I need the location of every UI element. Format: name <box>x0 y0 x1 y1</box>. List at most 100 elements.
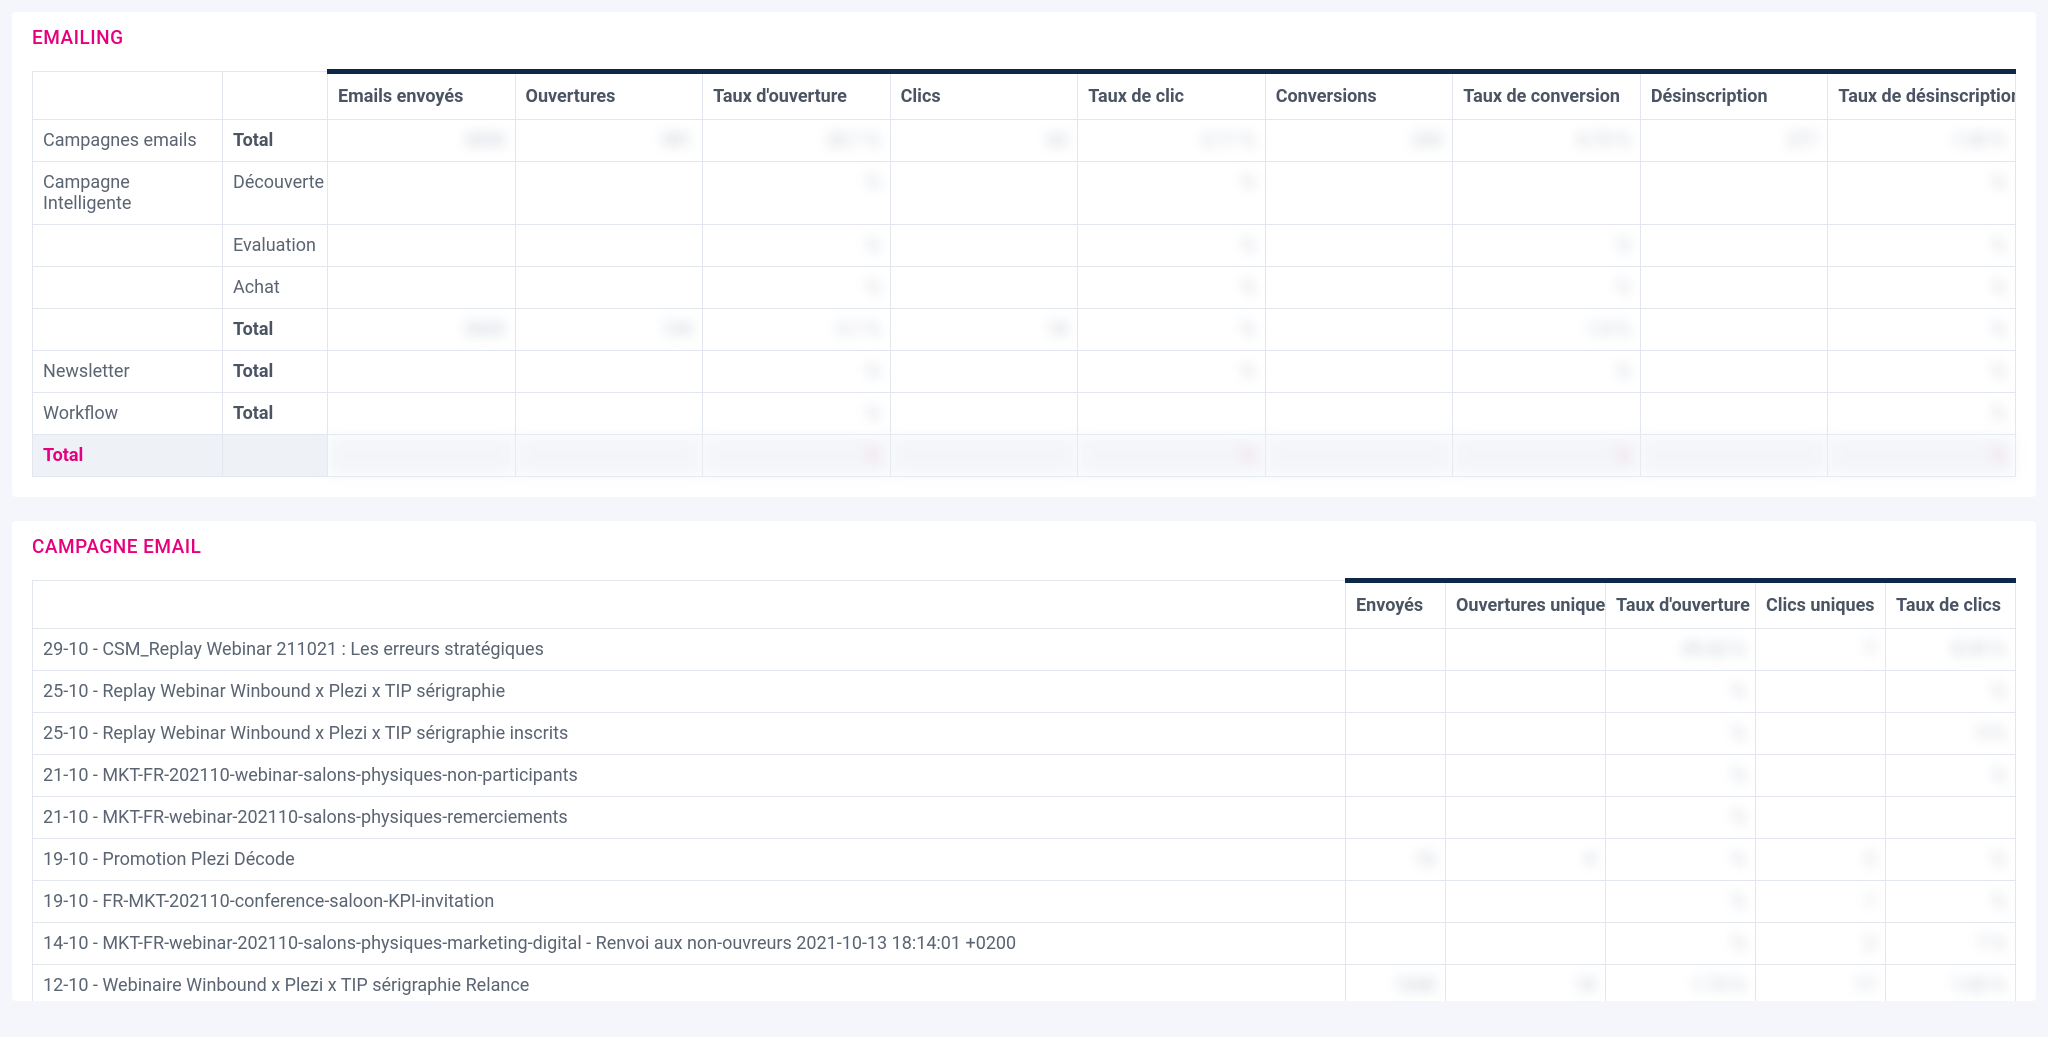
row-label: Total <box>223 120 328 162</box>
cell-value: % <box>1828 162 2016 225</box>
cell-value: 981 <box>515 120 703 162</box>
table-row: Campagne IntelligenteDécouverte%%% <box>33 162 2016 225</box>
col-conversions[interactable]: Conversions <box>1265 72 1453 120</box>
cell-value: % <box>1078 225 1266 267</box>
col-ouvertures[interactable]: Ouvertures <box>515 72 703 120</box>
cell-value: 16 <box>1346 839 1446 881</box>
cell-value: % <box>1078 435 1266 477</box>
table-total-row: Total%%%% <box>33 435 2016 477</box>
col-taux-conversion[interactable]: Taux de conversion <box>1453 72 1641 120</box>
total-spacer <box>223 435 328 477</box>
emailing-header-spacer-1 <box>33 72 223 120</box>
cell-value: % <box>1828 435 2016 477</box>
cell-value: 1 <box>1756 881 1886 923</box>
cell-value: % <box>1828 267 2016 309</box>
cell-value <box>1446 797 1606 839</box>
cell-value <box>1265 393 1453 435</box>
campaign-name[interactable]: 25-10 - Replay Webinar Winbound x Plezi … <box>33 671 1346 713</box>
campaign-name[interactable]: 19-10 - Promotion Plezi Décode <box>33 839 1346 881</box>
cell-value <box>1446 671 1606 713</box>
cell-value: % <box>1606 671 1756 713</box>
table-row: Achat%%%% <box>33 267 2016 309</box>
col-taux-desinscription[interactable]: Taux de désinscription <box>1828 72 2016 120</box>
emailing-header-spacer-2 <box>223 72 328 120</box>
table-row: 25-10 - Replay Webinar Winbound x Plezi … <box>33 713 2016 755</box>
cell-value <box>1346 629 1446 671</box>
campaign-name[interactable]: 19-10 - FR-MKT-202110-conference-saloon-… <box>33 881 1346 923</box>
cell-value <box>328 162 516 225</box>
cell-value: 18 <box>1446 965 1606 1002</box>
cell-value: 277 <box>1640 120 1828 162</box>
cell-value: 3045 <box>328 309 516 351</box>
col-clics[interactable]: Clics <box>890 72 1078 120</box>
cell-value: % <box>1886 671 2016 713</box>
cell-value: 2 <box>1756 923 1886 965</box>
cell-value <box>1346 713 1446 755</box>
cell-value <box>1446 881 1606 923</box>
cell-value: 1.0 % <box>1453 309 1641 351</box>
cell-value: % <box>1606 839 1756 881</box>
cell-value <box>1346 671 1446 713</box>
col-taux-ouverture-2[interactable]: Taux d'ouverture <box>1606 581 1756 629</box>
cell-value <box>1640 351 1828 393</box>
cell-value: 3.1 % <box>703 309 891 351</box>
cell-value <box>1640 162 1828 225</box>
campaign-name[interactable]: 12-10 - Webinaire Winbound x Plezi x TIP… <box>33 965 1346 1002</box>
table-row: Campagnes emailsTotal269098120.1 %632.11… <box>33 120 2016 162</box>
total-label: Total <box>33 435 223 477</box>
cell-value: % <box>1606 881 1756 923</box>
row-label: Total <box>223 309 328 351</box>
col-emails-envoyes[interactable]: Emails envoyés <box>328 72 516 120</box>
cell-value: 18 <box>890 309 1078 351</box>
cell-value <box>1265 309 1453 351</box>
col-clics-uniques[interactable]: Clics uniques <box>1756 581 1886 629</box>
col-taux-clic[interactable]: Taux de clic <box>1078 72 1266 120</box>
cell-value <box>1346 797 1446 839</box>
cell-value <box>515 267 703 309</box>
table-row: 19-10 - Promotion Plezi Décode164%2% <box>33 839 2016 881</box>
cell-value <box>515 435 703 477</box>
cell-value <box>328 393 516 435</box>
cell-value <box>1265 267 1453 309</box>
table-row: 21-10 - MKT-FR-webinar-202110-salons-phy… <box>33 797 2016 839</box>
campaign-name[interactable]: 25-10 - Replay Webinar Winbound x Plezi … <box>33 713 1346 755</box>
cell-value <box>1446 923 1606 965</box>
campaign-name[interactable]: 14-10 - MKT-FR-webinar-202110-salons-phy… <box>33 923 1346 965</box>
cell-value <box>1756 671 1886 713</box>
cell-value <box>1265 225 1453 267</box>
campaign-name[interactable]: 21-10 - MKT-FR-202110-webinar-salons-phy… <box>33 755 1346 797</box>
table-row: NewsletterTotal%%%% <box>33 351 2016 393</box>
cell-value: % <box>1453 351 1641 393</box>
cell-value <box>1265 162 1453 225</box>
table-row: 21-10 - MKT-FR-202110-webinar-salons-phy… <box>33 755 2016 797</box>
campagne-table: Envoyés Ouvertures uniques Taux d'ouvert… <box>32 578 2016 1001</box>
campaign-name[interactable]: 29-10 - CSM_Replay Webinar 211021 : Les … <box>33 629 1346 671</box>
row-group: Campagne Intelligente <box>33 162 223 225</box>
cell-value <box>1640 267 1828 309</box>
cell-value <box>890 162 1078 225</box>
col-desinscription[interactable]: Désinscription <box>1640 72 1828 120</box>
emailing-header-row: Emails envoyés Ouvertures Taux d'ouvertu… <box>33 72 2016 120</box>
cell-value <box>1756 797 1886 839</box>
cell-value <box>890 393 1078 435</box>
table-row: 29-10 - CSM_Replay Webinar 211021 : Les … <box>33 629 2016 671</box>
cell-value: 8.35 % <box>1886 629 2016 671</box>
col-taux-ouverture[interactable]: Taux d'ouverture <box>703 72 891 120</box>
cell-value <box>515 351 703 393</box>
row-group: Campagnes emails <box>33 120 223 162</box>
cell-value <box>890 267 1078 309</box>
cell-value: % <box>1078 267 1266 309</box>
cell-value: % <box>1606 713 1756 755</box>
col-envoyes[interactable]: Envoyés <box>1346 581 1446 629</box>
cell-value <box>1886 797 2016 839</box>
cell-value: 20.1 % <box>703 120 891 162</box>
row-label: Evaluation <box>223 225 328 267</box>
col-ouvertures-uniques[interactable]: Ouvertures uniques <box>1446 581 1606 629</box>
cell-value: 9 % <box>1886 713 2016 755</box>
cell-value: % <box>1078 309 1266 351</box>
campaign-name[interactable]: 21-10 - MKT-FR-webinar-202110-salons-phy… <box>33 797 1346 839</box>
col-taux-clics[interactable]: Taux de clics <box>1886 581 2016 629</box>
cell-value: 2 <box>1756 839 1886 881</box>
cell-value <box>328 267 516 309</box>
cell-value: 49.43 % <box>1606 629 1756 671</box>
